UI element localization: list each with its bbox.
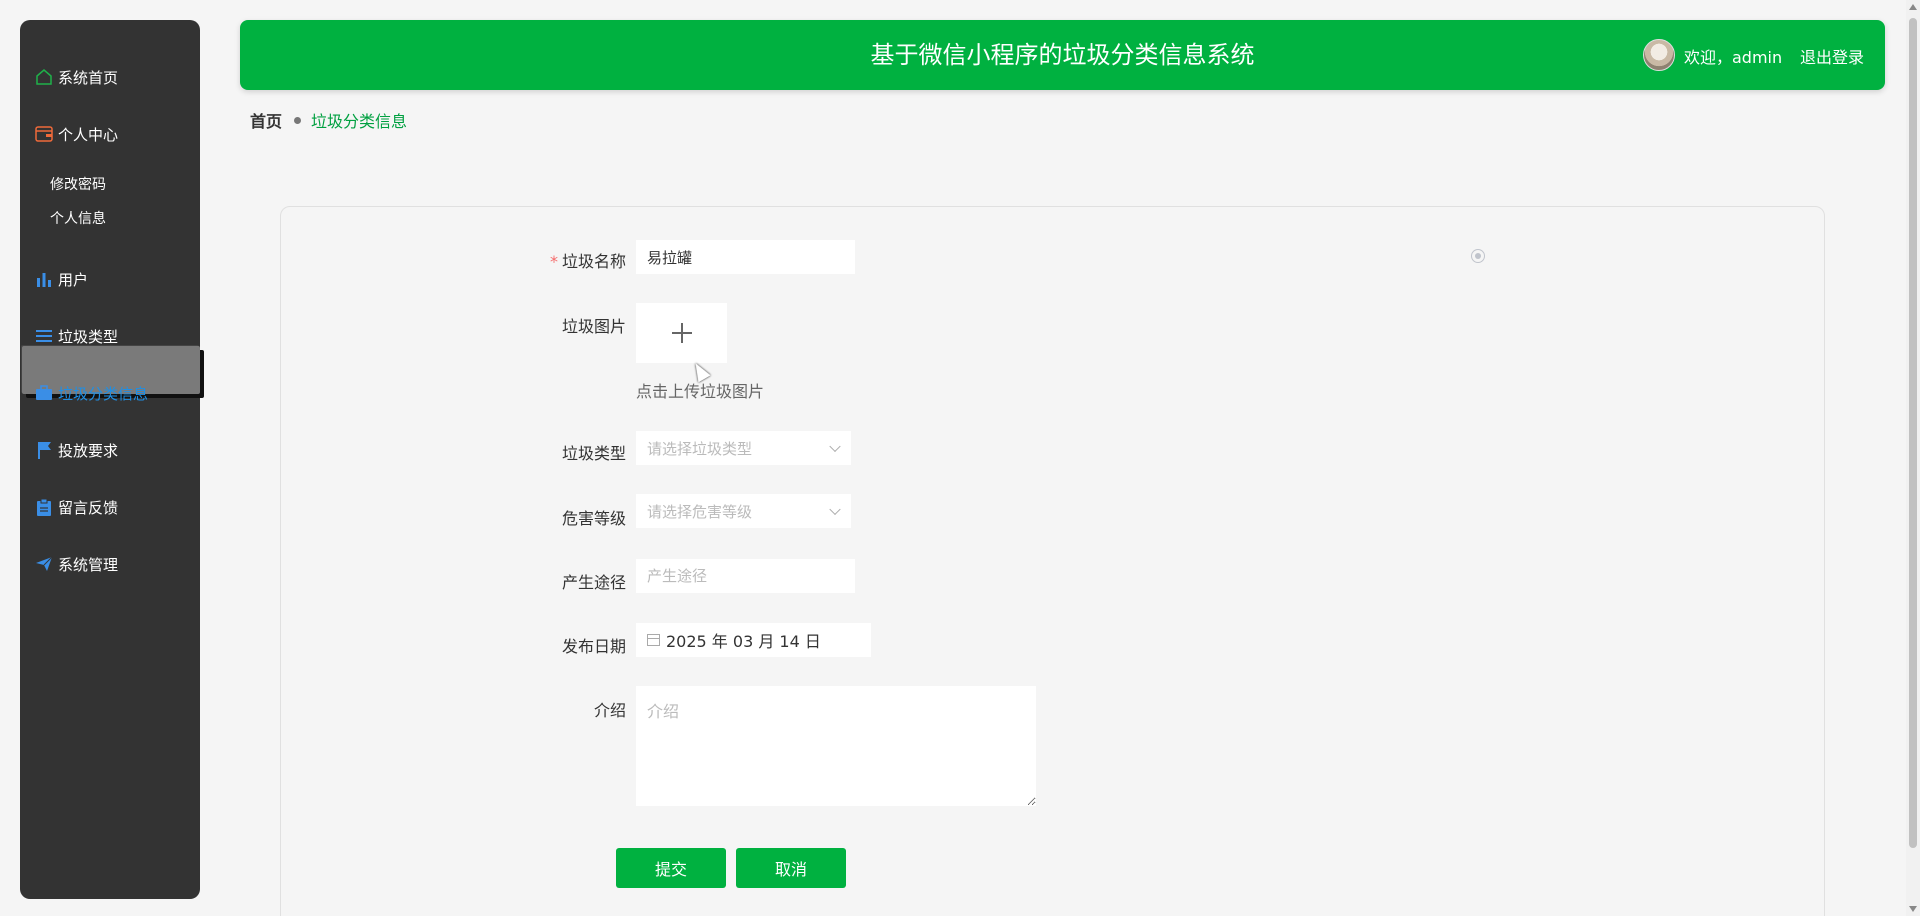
intro-label: 介绍 bbox=[593, 701, 626, 720]
sidebar-item-waste-classification[interactable]: 垃圾分类信息 bbox=[34, 379, 148, 407]
cancel-button[interactable]: 取消 bbox=[736, 848, 846, 888]
image-upload-button[interactable] bbox=[636, 303, 727, 363]
hazard-select[interactable]: 请选择危害等级 bbox=[636, 494, 851, 528]
home-icon bbox=[34, 67, 54, 87]
breadcrumb: 首页 垃圾分类信息 bbox=[250, 108, 407, 132]
date-value: 2025 年 03 月 14 日 bbox=[666, 632, 821, 651]
sidebar-item-label: 留言反馈 bbox=[58, 498, 119, 517]
sidebar-item-label: 系统管理 bbox=[58, 555, 119, 574]
sidebar-item-home[interactable]: 系统首页 bbox=[34, 63, 118, 91]
hazard-label: 危害等级 bbox=[561, 509, 626, 528]
wallet-icon bbox=[34, 124, 54, 144]
app-header: 基于微信小程序的垃圾分类信息系统 欢迎，admin 退出登录 bbox=[240, 20, 1885, 90]
clear-icon[interactable] bbox=[1471, 249, 1485, 263]
bar-chart-icon bbox=[34, 269, 54, 289]
avatar[interactable] bbox=[1643, 39, 1675, 71]
scroll-down-icon[interactable] bbox=[1909, 906, 1917, 912]
sidebar-item-feedback[interactable]: 留言反馈 bbox=[34, 493, 118, 521]
page-scrollbar[interactable] bbox=[1906, 0, 1920, 916]
sidebar-item-label: 垃圾分类信息 bbox=[58, 384, 149, 403]
sidebar-subitem-change-password[interactable]: 修改密码 bbox=[50, 175, 106, 195]
date-label: 发布日期 bbox=[561, 637, 626, 656]
briefcase-icon bbox=[34, 383, 54, 403]
breadcrumb-home[interactable]: 首页 bbox=[250, 108, 282, 132]
logout-link[interactable]: 退出登录 bbox=[1800, 44, 1864, 68]
date-picker[interactable]: 2025 年 03 月 14 日 bbox=[636, 623, 871, 657]
form-card bbox=[280, 206, 1825, 916]
type-label: 垃圾类型 bbox=[561, 444, 626, 463]
type-placeholder: 请选择垃圾类型 bbox=[647, 439, 753, 458]
sidebar-item-label: 用户 bbox=[58, 270, 89, 289]
sidebar-item-system-management[interactable]: 系统管理 bbox=[34, 550, 118, 578]
sidebar-item-disposal-rules[interactable]: 投放要求 bbox=[34, 436, 118, 464]
list-icon bbox=[34, 326, 54, 346]
name-input[interactable] bbox=[636, 240, 855, 274]
sidebar-item-label: 垃圾类型 bbox=[58, 327, 119, 346]
flag-icon bbox=[34, 440, 54, 460]
image-label: 垃圾图片 bbox=[561, 317, 626, 336]
name-label: * 垃圾名称 bbox=[549, 252, 626, 271]
sidebar-item-label: 个人中心 bbox=[58, 125, 119, 144]
upload-hint: 点击上传垃圾图片 bbox=[636, 382, 765, 401]
submit-button[interactable]: 提交 bbox=[616, 848, 726, 888]
welcome-text: 欢迎，admin bbox=[1684, 48, 1783, 67]
hazard-placeholder: 请选择危害等级 bbox=[647, 502, 753, 521]
clipboard-icon bbox=[34, 497, 54, 517]
breadcrumb-separator bbox=[294, 116, 302, 124]
scroll-up-icon[interactable] bbox=[1909, 4, 1917, 10]
required-asterisk: * bbox=[549, 252, 558, 271]
breadcrumb-current: 垃圾分类信息 bbox=[311, 112, 408, 131]
sidebar-item-label: 投放要求 bbox=[58, 441, 119, 460]
source-input[interactable] bbox=[636, 559, 855, 593]
source-label: 产生途径 bbox=[561, 573, 626, 592]
sidebar-item-personal-center[interactable]: 个人中心 bbox=[34, 120, 118, 148]
app-title: 基于微信小程序的垃圾分类信息系统 bbox=[870, 41, 1255, 69]
sidebar-item-waste-types[interactable]: 垃圾类型 bbox=[34, 322, 118, 350]
send-icon bbox=[34, 554, 54, 574]
sidebar-item-label: 系统首页 bbox=[58, 68, 119, 87]
calendar-icon bbox=[647, 634, 660, 646]
scrollbar-thumb[interactable] bbox=[1909, 18, 1917, 848]
sidebar-subitem-personal-info[interactable]: 个人信息 bbox=[50, 209, 106, 229]
intro-textarea[interactable] bbox=[636, 686, 1036, 806]
chevron-down-icon bbox=[829, 440, 841, 453]
sidebar-item-users[interactable]: 用户 bbox=[34, 265, 88, 293]
chevron-down-icon bbox=[829, 503, 841, 516]
type-select[interactable]: 请选择垃圾类型 bbox=[636, 431, 851, 465]
